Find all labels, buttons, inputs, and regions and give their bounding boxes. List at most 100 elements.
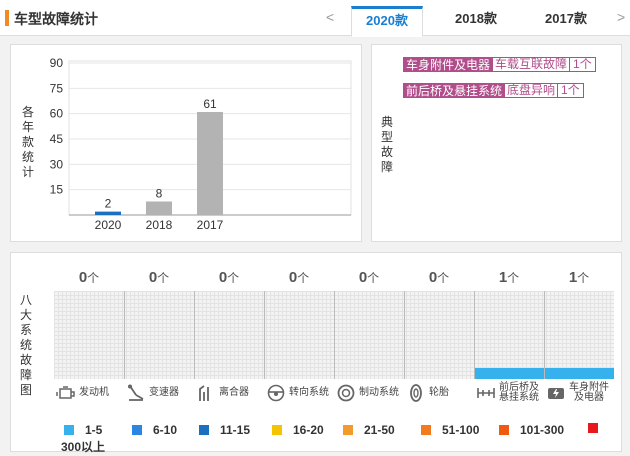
system-fault-count: 0个 [404,269,474,286]
prev-arrow-icon[interactable]: < [326,9,334,25]
column-separator [334,291,335,379]
column-separator [544,291,545,379]
system-label[interactable]: 车身附件 及电器 [546,383,609,403]
system-name: 变速器 [149,387,179,398]
count-number: 0 [78,269,88,286]
count-unit: 个 [87,271,100,285]
systems-side-label: 八大系统故障图 [19,293,33,398]
tab-2018[interactable]: 2018款 [440,6,512,37]
system-name: 发动机 [79,387,109,398]
tire-icon [406,383,426,403]
typical-side-label: 典型故障 [380,115,394,175]
fault-category: 车身附件及电器 [403,57,494,72]
side-label-char: 型 [380,130,393,144]
yearly-bar-chart: 15 30 45 60 75 90 2 2020 8 2018 61 2017 [50,56,352,232]
column-separator [194,291,195,379]
system-fault-count: 1个 [474,269,544,286]
legend-item: 300以上 [61,423,609,454]
legend-label: 16-20 [293,423,324,437]
system-fault-bar[interactable] [475,368,544,379]
system-label[interactable]: 转向系统 [266,383,329,403]
fault-item: 底盘异响 [505,83,559,98]
clutch-icon [196,383,216,403]
system-label[interactable]: 轮胎 [406,383,449,403]
count-number: 1 [568,269,578,286]
count-unit: 个 [577,271,590,285]
legend-label: 51-100 [442,423,480,437]
fault-category: 前后桥及悬挂系统 [403,83,506,98]
next-arrow-icon[interactable]: > [617,9,625,25]
data-label: 2 [105,197,112,211]
eight-systems-panel: 八大系统故障图 0个 发动机 0个 变速器 0个 离合器 0个 转向系统 0个 制动系统 0个 轮胎 1… [10,252,622,454]
legend-item: 6-10 [132,423,177,437]
system-label[interactable]: 制动系统 [336,383,399,403]
side-label-char: 障 [19,368,32,382]
header: 车型故障统计 < 2020款 2018款 2017款 > [0,0,630,37]
bar [146,201,172,215]
gearbox-icon [126,383,146,403]
column-separator [474,291,475,379]
bar [197,111,223,215]
legend-item: 21-50 [343,423,395,437]
legend-item: 101-300 [499,423,564,437]
side-label-char: 故 [19,353,32,367]
count-unit: 个 [157,271,170,285]
page-title: 车型故障统计 [14,11,98,27]
legend-swatch [343,425,353,435]
system-fault-bar[interactable] [545,368,614,379]
system-label[interactable]: 前后桥及 悬挂系统 [476,383,539,403]
suspension-icon [476,383,496,403]
column-separator [264,291,265,379]
body-electrical-icon [546,383,566,403]
y-tick-label: 60 [50,107,64,121]
steering-wheel-icon [266,383,286,403]
system-fault-count: 0个 [264,269,334,286]
system-name: 车身附件 及电器 [569,382,609,403]
legend-swatch [64,425,74,435]
system-name: 前后桥及 悬挂系统 [499,382,539,403]
system-fault-count: 1个 [544,269,614,286]
legend-swatch [199,425,209,435]
brake-disc-icon [336,383,356,403]
legend-item: 11-15 [199,423,250,437]
y-tick-label: 45 [50,132,64,146]
column-separator [404,291,405,379]
fault-row[interactable]: 车身附件及电器 车载互联故障 1个 [403,57,596,72]
system-label[interactable]: 变速器 [126,383,179,403]
system-fault-count: 0个 [124,269,194,286]
system-name: 轮胎 [429,387,449,398]
yearly-stats-panel: 各年款统计 15 30 45 60 75 90 2 2020 8 2018 61 2017 [10,44,362,242]
side-label-char: 故 [380,145,393,159]
x-tick-label: 2018 [146,218,173,232]
legend-label: 21-50 [364,423,395,437]
system-label[interactable]: 离合器 [196,383,249,403]
legend-label: 6-10 [153,423,178,437]
side-label-char: 系 [19,323,32,337]
fault-count: 1个 [570,57,596,72]
tab-2020[interactable]: 2020款 [351,6,423,37]
system-fault-count: 0个 [194,269,264,286]
legend-item: 51-100 [421,423,479,437]
legend-label: 101-300 [520,423,565,437]
tab-2017[interactable]: 2017款 [530,6,602,37]
count-number: 0 [218,269,228,286]
y-tick-label: 30 [50,157,64,171]
system-name: 离合器 [219,387,249,398]
side-label-char: 大 [19,308,32,322]
fault-row[interactable]: 前后桥及悬挂系统 底盘异响 1个 [403,83,584,98]
legend-swatch [272,425,282,435]
x-tick-label: 2017 [197,218,224,232]
engine-icon [56,383,76,403]
fault-count: 1个 [558,83,584,98]
count-unit: 个 [437,271,450,285]
count-unit: 个 [367,271,380,285]
count-unit: 个 [507,271,520,285]
legend-swatch [588,423,598,433]
title-accent [5,10,9,26]
y-tick-label: 90 [50,56,64,70]
count-number: 0 [288,269,298,286]
side-label-char: 八 [19,293,32,307]
system-label[interactable]: 发动机 [56,383,109,403]
system-name: 制动系统 [359,387,399,398]
column-separator [124,291,125,379]
